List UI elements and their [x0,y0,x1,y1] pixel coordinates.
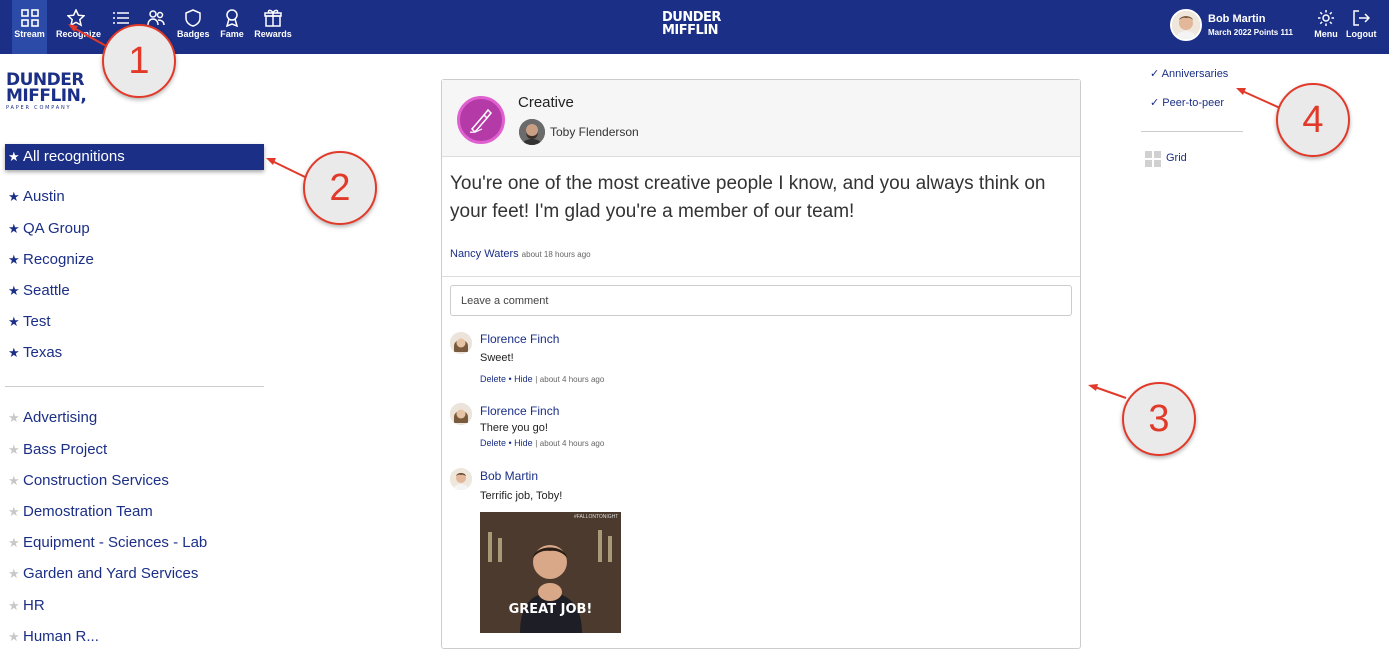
callout-1: 1 [102,24,176,98]
callout-2: 2 [303,151,377,225]
callout-4: 4 [1276,83,1350,157]
callout-3: 3 [1122,382,1196,456]
callout-arrows [68,24,1281,399]
